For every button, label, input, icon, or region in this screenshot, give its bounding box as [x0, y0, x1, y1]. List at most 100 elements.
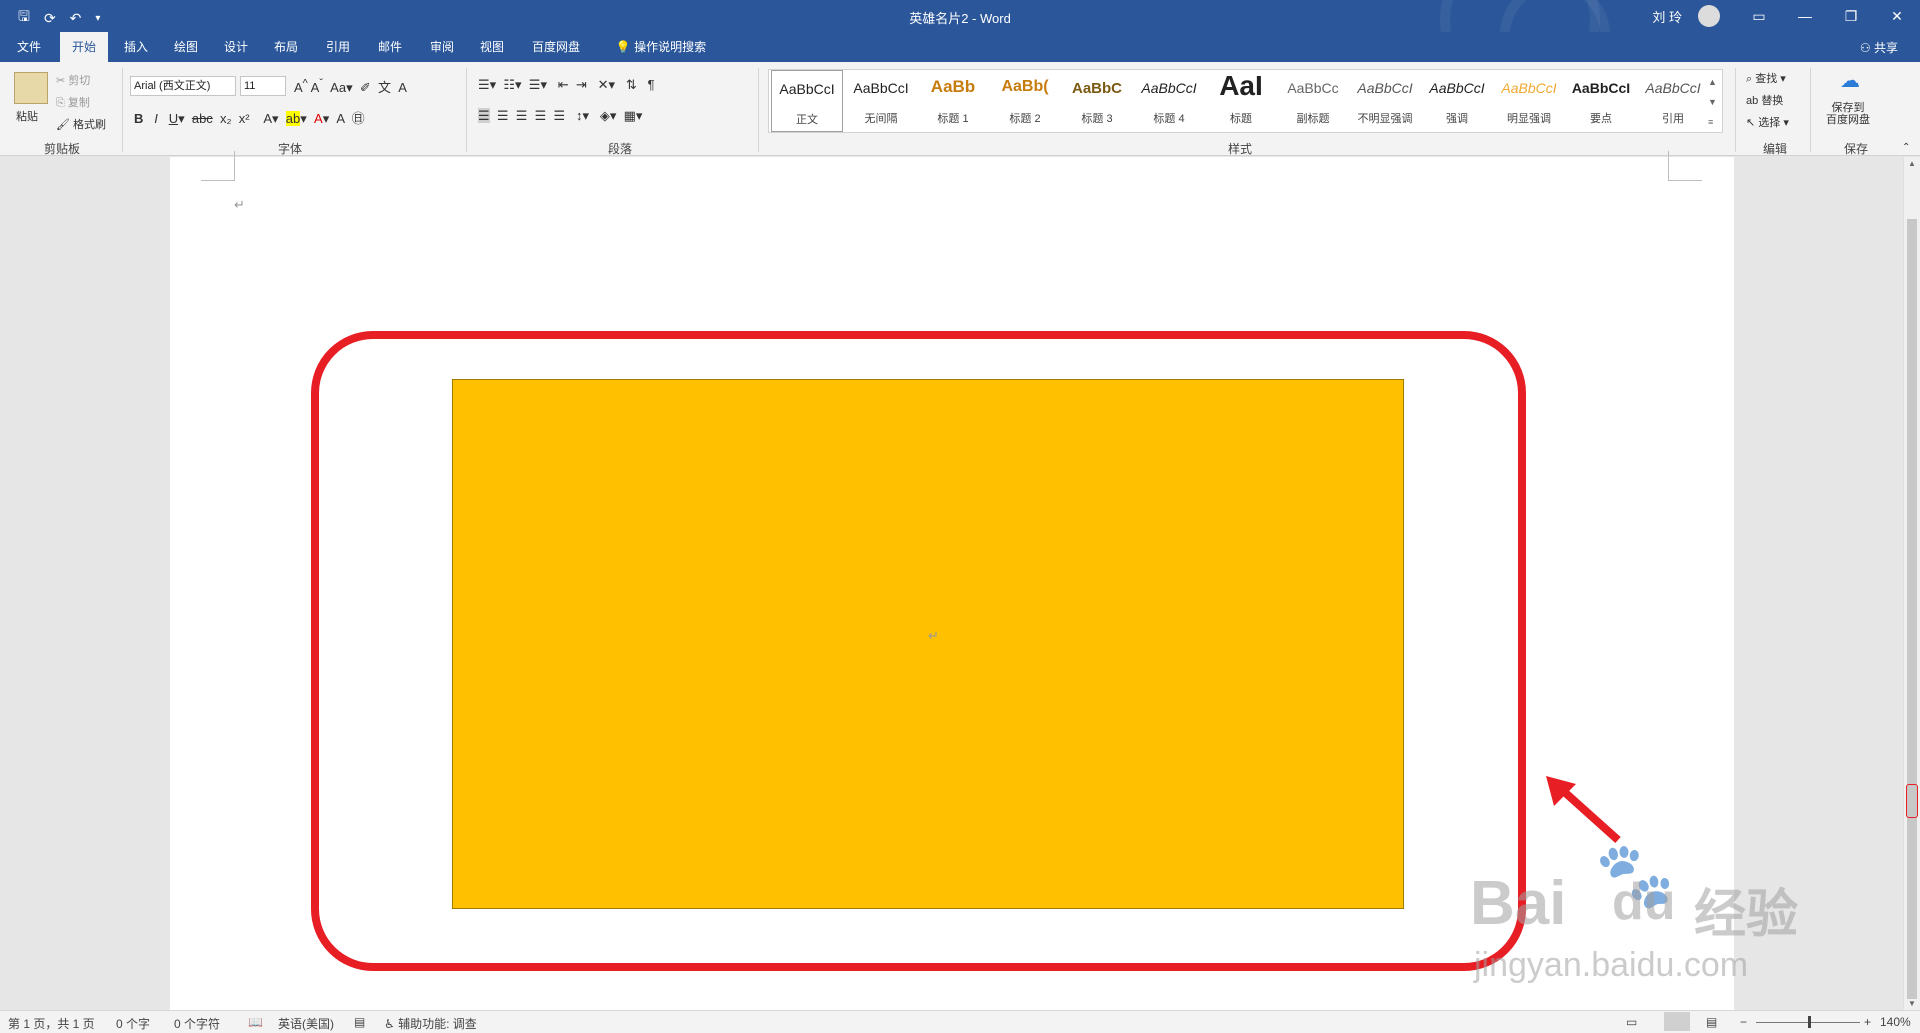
style-name: 引用	[1662, 113, 1684, 125]
style-name: 不明显强调	[1357, 113, 1413, 125]
ribbon-tabs: 文件 开始 插入 绘图 设计 布局 引用 邮件 审阅 视图 百度网盘 💡 操作说…	[0, 32, 1920, 62]
restore-icon[interactable]: ❐	[1828, 0, 1874, 32]
style-sample: AaBbCc	[1287, 80, 1339, 96]
style-heading-3[interactable]: AaBbC 标题 3	[1061, 70, 1133, 132]
save-baidu-button[interactable]: 保存到 百度网盘	[1826, 102, 1870, 126]
tab-references[interactable]: 引用	[316, 32, 360, 62]
zoom-slider-thumb[interactable]	[1808, 1016, 1811, 1028]
word-count[interactable]: 0 个字	[116, 1015, 150, 1032]
cut-button[interactable]: ✂ 剪切	[56, 72, 90, 88]
ribbon-display-icon[interactable]: ▭	[1736, 0, 1782, 32]
tab-draw[interactable]: 绘图	[164, 32, 208, 62]
styles-scroll[interactable]: ▲ ▼ ≡	[1708, 72, 1717, 132]
macro-icon[interactable]: ▤	[354, 1015, 365, 1029]
avatar[interactable]	[1698, 5, 1720, 27]
phonetic-icon[interactable]: 文	[378, 80, 391, 95]
style-subtitle[interactable]: AaBbCc 副标题	[1277, 70, 1349, 132]
style-sample: AaBbCcI	[1571, 80, 1631, 96]
tab-mailings[interactable]: 邮件	[368, 32, 412, 62]
scroll-down-icon[interactable]: ▼	[1908, 999, 1916, 1008]
print-layout-icon[interactable]	[1664, 1012, 1690, 1031]
style-no-spacing[interactable]: AaBbCcI 无间隔	[845, 70, 917, 132]
tab-home[interactable]: 开始	[60, 32, 108, 62]
style-sample: AaBbCcI	[1141, 80, 1197, 96]
language[interactable]: 英语(美国)	[278, 1015, 334, 1032]
baidu-cloud-icon[interactable]: ☁	[1840, 68, 1870, 94]
style-normal[interactable]: AaBbCcI 正文	[771, 70, 843, 132]
zoom-level[interactable]: 140%	[1880, 1015, 1911, 1029]
format-painter-button[interactable]: 🖌 格式刷	[56, 116, 106, 132]
style-sample: AaBb	[930, 77, 976, 96]
zoom-out-icon[interactable]: −	[1740, 1015, 1747, 1029]
copy-icon: ⎘	[56, 97, 65, 109]
style-title[interactable]: AaI 标题	[1205, 70, 1277, 132]
style-heading-2[interactable]: AaBb( 标题 2	[989, 70, 1061, 132]
style-heading-1[interactable]: AaBb 标题 1	[917, 70, 989, 132]
style-name: 标题 2	[1009, 113, 1041, 125]
close-icon[interactable]: ✕	[1874, 0, 1920, 32]
copy-button[interactable]: ⎘ 复制	[56, 94, 90, 110]
tell-me-label: 操作说明搜索	[634, 40, 707, 54]
page-count[interactable]: 第 1 页，共 1 页	[8, 1015, 95, 1032]
scroll-up-icon[interactable]: ▲	[1908, 159, 1916, 168]
tab-insert[interactable]: 插入	[114, 32, 158, 62]
paragraph-align-tools[interactable]: ☰ ☰ ☰ ☰ ☰ ↕▾ ◈▾ ▦▾	[478, 108, 642, 124]
find-button[interactable]: ⌕ 查找 ▾	[1746, 70, 1786, 86]
tab-view[interactable]: 视图	[470, 32, 514, 62]
tab-baidu-netdisk[interactable]: 百度网盘	[524, 32, 588, 62]
font-size-tools[interactable]: A^ Aˇ Aa▾ ✐ 文 A	[294, 77, 407, 96]
char-count[interactable]: 0 个字符	[174, 1015, 220, 1032]
read-mode-icon[interactable]: ▭	[1626, 1015, 1637, 1029]
style-emphasis[interactable]: AaBbCcI 强调	[1421, 70, 1493, 132]
style-quote[interactable]: AaBbCcI 引用	[1637, 70, 1709, 132]
style-name: 明显强调	[1507, 113, 1551, 125]
tab-design[interactable]: 设计	[214, 32, 258, 62]
char-border-icon[interactable]: A	[398, 80, 407, 95]
font-size-combo[interactable]: 11	[240, 76, 286, 96]
save-baidu-line1: 保存到	[1831, 102, 1865, 114]
accessibility-status[interactable]: ♿ 辅助功能: 调查	[384, 1015, 477, 1032]
paragraph-group-label: 段落	[607, 142, 632, 156]
clipboard-group-label: 剪贴板	[43, 142, 80, 156]
font-group-label: 字体	[277, 142, 302, 156]
style-intense-emphasis[interactable]: AaBbCcI 明显强调	[1493, 70, 1565, 132]
tell-me-search[interactable]: 💡 操作说明搜索	[606, 32, 716, 62]
title-bar: 🖫 ⟳ ↶ ▾ 英雄名片2 - Word 刘 玲 ▭ — ❐ ✕	[0, 0, 1920, 100]
paste-button[interactable]: 粘贴	[16, 108, 38, 124]
style-sample: AaBbCcI	[779, 81, 835, 97]
replace-button[interactable]: ab 替换	[1746, 92, 1783, 108]
minimize-icon[interactable]: —	[1782, 0, 1828, 32]
select-button[interactable]: ↖ 选择 ▾	[1746, 114, 1789, 130]
style-subtle-emphasis[interactable]: AaBbCcI 不明显强调	[1349, 70, 1421, 132]
proofing-icon[interactable]: 📖	[248, 1015, 263, 1029]
zoom-in-icon[interactable]: +	[1864, 1015, 1871, 1029]
tab-file[interactable]: 文件	[6, 32, 52, 62]
share-label: 共享	[1873, 41, 1898, 55]
paragraph-list-tools[interactable]: ☰▾ ☷▾ ☰▾ ⇤ ⇥ ✕▾ ⇅ ¶	[478, 77, 655, 93]
cursor-icon: ↖	[1746, 117, 1756, 129]
zoom-slider[interactable]	[1756, 1016, 1860, 1028]
share-button[interactable]: ⚇ 共享	[1860, 39, 1898, 56]
accessibility-label: 辅助功能: 调查	[398, 1017, 477, 1031]
paste-icon[interactable]	[14, 72, 48, 104]
style-sample: AaI	[1219, 70, 1263, 101]
style-heading-4[interactable]: AaBbCcI 标题 4	[1133, 70, 1205, 132]
style-name: 副标题	[1296, 113, 1330, 125]
style-name: 标题 3	[1081, 113, 1113, 125]
tab-review[interactable]: 审阅	[420, 32, 464, 62]
style-name: 强调	[1446, 113, 1468, 125]
clear-format-icon[interactable]: ✐	[360, 80, 371, 95]
lightbulb-icon: 💡	[615, 40, 631, 54]
collapse-ribbon-icon[interactable]: ⌃	[1902, 142, 1910, 153]
web-layout-icon[interactable]: ▤	[1706, 1015, 1717, 1029]
user-name[interactable]: 刘 玲	[1652, 7, 1682, 26]
font-format-tools[interactable]: B I U▾ abc x₂ x² A▾ ab▾ A▾ A ㊐	[134, 108, 365, 127]
tab-layout[interactable]: 布局	[264, 32, 308, 62]
annotation-highlight-frame	[311, 331, 1526, 971]
scrollbar-thumb[interactable]	[1907, 219, 1917, 999]
style-strong[interactable]: AaBbCcI 要点	[1565, 70, 1637, 132]
style-sample: AaBbCcI	[1645, 80, 1701, 96]
vertical-scrollbar[interactable]: ▲ ▼	[1903, 157, 1920, 1010]
style-sample: AaBb(	[1001, 78, 1049, 95]
font-name-combo[interactable]: Arial (西文正文)	[130, 76, 236, 96]
